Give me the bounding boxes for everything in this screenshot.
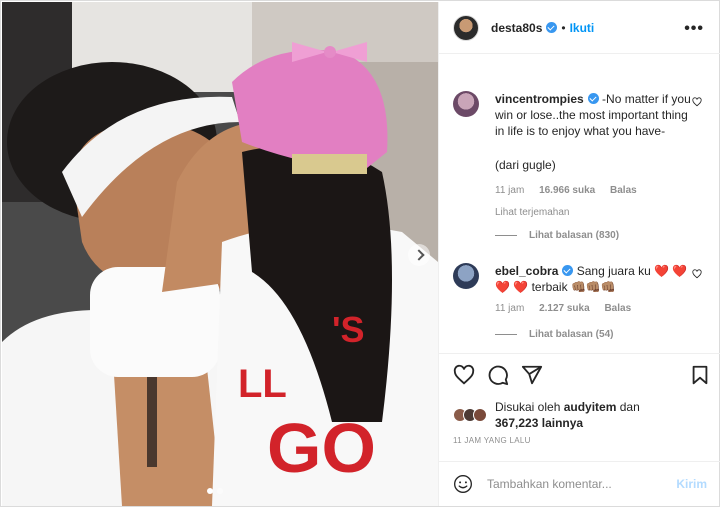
view-replies-link[interactable]: Lihat balasan (830) [495,230,619,241]
liker-avatar [473,408,487,422]
save-icon[interactable] [689,364,711,386]
verified-icon [562,265,574,276]
verified-icon [546,22,558,33]
more-options-button[interactable]: ••• [684,20,704,38]
comment-extra: (dari gugle) [495,158,556,172]
post-header: desta80s • Ikuti ••• [439,2,720,54]
liked-by-and: dan [619,400,640,414]
separator-dot: • [561,20,566,35]
post-sidebar: desta80s • Ikuti ••• vincentrompies -No … [438,2,720,506]
hand-emojis: 👊🏽👊🏽👊🏽 [570,280,616,294]
liked-by-prefix: Disukai oleh [495,400,561,414]
post-comment-button[interactable]: Kirim [676,477,707,491]
post-timestamp[interactable]: 11 JAM YANG LALU [453,436,531,445]
commenter-avatar[interactable] [453,263,479,289]
likes-count[interactable]: 367,223 [495,416,538,430]
likes-others[interactable]: lainnya [542,416,583,430]
likes-summary: Disukai oleh audyitem dan 367,223 lainny… [453,399,640,431]
comment-meta: 11 jam 16.966 suka Balas [495,183,691,199]
photo-illustration: GO 'S LL [2,2,438,506]
like-comment-icon[interactable] [692,97,702,107]
shirt-text: GO [267,409,376,487]
comment-likes[interactable]: 16.966 suka [539,185,595,196]
commenter-username[interactable]: ebel_cobra [495,264,558,278]
comment-time: 11 jam [495,185,525,196]
next-photo-button[interactable] [408,244,430,266]
shirt-text-partial: 'S [332,309,365,350]
heart-emojis: ❤️ ❤️ [495,280,529,294]
verified-icon [587,93,599,104]
comment-time: 11 jam [495,303,525,314]
comment-body: vincentrompies -No matter if you win or … [495,91,691,221]
comment-input[interactable] [487,477,667,491]
commenter-avatar[interactable] [453,91,479,117]
commenter-username[interactable]: vincentrompies [495,92,584,106]
heart-emojis: ❤️ ❤️ [654,264,688,278]
add-comment-bar: Kirim [439,461,720,506]
comment-text: Sang juara ku [576,264,651,278]
action-bar [453,364,715,388]
liked-by-user[interactable]: audyitem [564,400,617,414]
reply-button[interactable]: Balas [610,185,637,196]
share-icon[interactable] [521,364,543,386]
reply-button[interactable]: Balas [604,303,631,314]
author-avatar[interactable] [453,14,479,41]
follow-button[interactable]: Ikuti [570,21,595,35]
comment-meta: 11 jam 2.127 suka Balas [495,301,691,317]
view-replies-link[interactable]: Lihat balasan (54) [495,329,613,340]
translate-link[interactable]: Lihat terjemahan [495,205,691,221]
like-icon[interactable] [453,364,475,386]
carousel-dot-active [207,488,213,494]
comment-body: ebel_cobra Sang juara ku ❤️ ❤️ ❤️ ❤️ ter… [495,263,691,317]
carousel-dot [217,488,223,494]
comment-text-2: terbaik [531,280,568,294]
post-photo[interactable]: GO 'S LL [2,2,438,506]
liker-avatars[interactable] [453,408,487,422]
comment-icon[interactable] [487,364,509,386]
author-username[interactable]: desta80s [491,21,542,35]
emoji-icon[interactable] [453,474,473,494]
shirt-text-small: LL [238,362,287,406]
post-modal: GO 'S LL desta80s • Ikuti ••• vincentrom… [0,0,720,507]
like-comment-icon[interactable] [692,269,702,279]
comments-list[interactable]: vincentrompies -No matter if you win or … [439,55,720,354]
comment-likes[interactable]: 2.127 suka [539,303,590,314]
carousel-dots [207,488,223,494]
